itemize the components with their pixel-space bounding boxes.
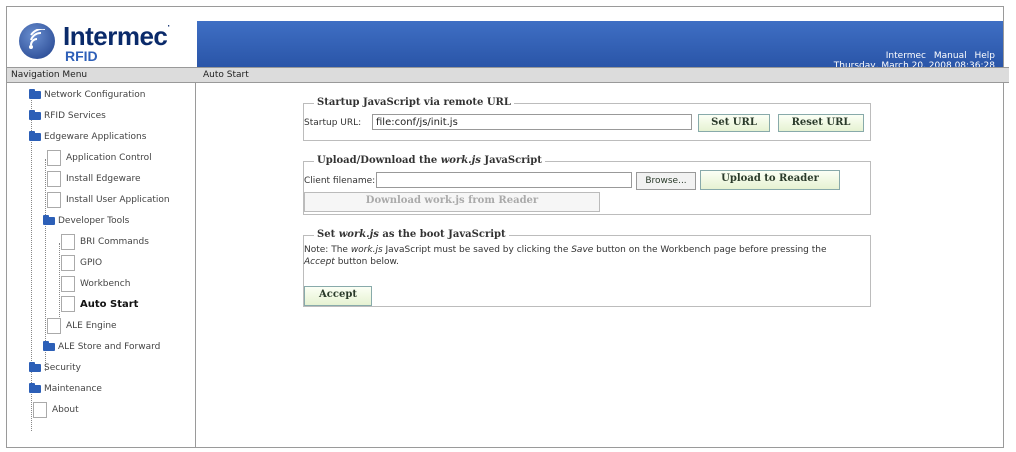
folder-icon [43,340,55,351]
startup-url-legend: Startup JavaScript via remote URL [314,97,514,108]
app-frame: Intermec· RFID Intermec Manual Help Thur… [6,6,1009,448]
client-filename-input[interactable] [376,172,632,188]
main-content: Startup JavaScript via remote URL Startu… [197,83,1003,447]
help-link[interactable]: Help [974,51,995,61]
folder-icon [29,361,41,372]
sidebar-item-ale-store-and-forward[interactable]: ALE Store and Forward [43,337,160,357]
folder-icon [43,214,55,225]
page-icon [47,170,61,187]
page-icon [47,317,61,334]
signal-waves-icon [29,29,45,49]
sidebar-item-rfid-services[interactable]: RFID Services [29,106,106,126]
startup-url-label: Startup URL: [304,118,362,128]
sidebar-item-network-configuration[interactable]: Network Configuration [29,85,145,105]
page-title: Auto Start [197,67,1009,83]
header: Intermec· RFID Intermec Manual Help Thur… [7,7,1003,71]
upload-download-legend: Upload/Download the work.js JavaScript [314,155,545,166]
sidebar-item-workbench[interactable]: Workbench [61,274,130,294]
page-icon [61,254,75,271]
page-icon [33,401,47,418]
sidebar-item-ale-engine[interactable]: ALE Engine [47,316,117,336]
upload-download-section: Upload/Download the work.js JavaScript C… [303,155,871,215]
page-icon [47,191,61,208]
sidebar-item-about[interactable]: About [33,400,79,420]
client-filename-label: Client filename: [304,176,376,186]
startup-url-input[interactable]: file:conf/js/init.js [372,114,692,130]
startup-url-section: Startup JavaScript via remote URL Startu… [303,97,871,141]
boot-javascript-section: Set work.js as the boot JavaScript Note:… [303,229,871,307]
header-banner: Intermec Manual Help Thursday, March 20,… [197,21,1003,71]
navigation-menu-title: Navigation Menu [7,67,199,83]
reset-url-button[interactable]: Reset URL [778,114,864,132]
intermec-link[interactable]: Intermec [886,51,926,61]
set-url-button[interactable]: Set URL [698,114,770,132]
accept-button[interactable]: Accept [304,286,372,306]
sidebar-item-maintenance[interactable]: Maintenance [29,379,102,399]
sidebar-item-bri-commands[interactable]: BRI Commands [61,232,149,252]
sidebar-item-auto-start[interactable]: Auto Start [61,295,138,315]
sidebar-item-application-control[interactable]: Application Control [47,148,152,168]
boot-javascript-legend: Set work.js as the boot JavaScript [314,229,509,240]
boot-note-text: Note: The work.js JavaScript must be sav… [304,245,827,267]
download-workjs-button[interactable]: Download work.js from Reader [304,192,600,212]
intermec-logo: Intermec· RFID [7,7,197,67]
sidebar-item-gpio[interactable]: GPIO [61,253,102,273]
sidebar: Network Configuration RFID Services Edge… [7,83,196,447]
upload-to-reader-button[interactable]: Upload to Reader [700,170,840,190]
sidebar-item-edgeware-applications[interactable]: Edgeware Applications [29,127,146,147]
sidebar-item-security[interactable]: Security [29,358,81,378]
tree-line [59,243,60,327]
folder-icon [29,382,41,393]
sidebar-item-developer-tools[interactable]: Developer Tools [43,211,129,231]
folder-icon [29,130,41,141]
manual-link[interactable]: Manual [934,51,967,61]
folder-icon [29,109,41,120]
sidebar-item-install-user-application[interactable]: Install User Application [47,190,170,210]
page-icon [47,149,61,166]
sidebar-item-install-edgeware[interactable]: Install Edgeware [47,169,141,189]
folder-icon [29,88,41,99]
page-icon [61,296,75,312]
browse-button[interactable]: Browse... [636,172,696,190]
logo-rfid-text: RFID [65,48,98,64]
page-icon [61,275,75,292]
page-icon [61,233,75,250]
